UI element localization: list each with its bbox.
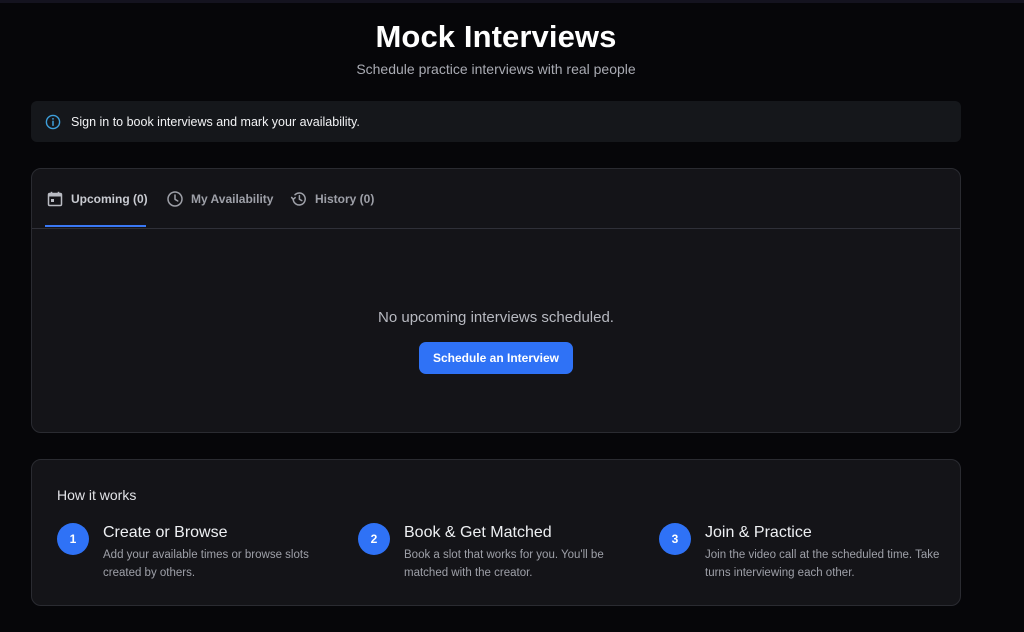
step-number-badge: 3: [659, 523, 691, 555]
tab-bar: Upcoming (0) My Availability History (0): [32, 169, 960, 229]
interviews-tabs-card: Upcoming (0) My Availability History (0): [31, 168, 961, 433]
empty-state-message: No upcoming interviews scheduled.: [378, 309, 614, 326]
top-border: [0, 0, 1024, 3]
tab-label: History (0): [315, 191, 375, 206]
step-description: Add your available times or browse slots…: [103, 549, 309, 579]
calendar-icon: [46, 190, 64, 208]
step-number-badge: 1: [57, 523, 89, 555]
tab-upcoming[interactable]: Upcoming (0): [46, 169, 148, 228]
step-number-badge: 2: [358, 523, 390, 555]
tab-label: My Availability: [191, 191, 274, 206]
step-title: Book & Get Matched: [404, 524, 552, 541]
tab-label: Upcoming (0): [71, 191, 148, 206]
page-header: Mock Interviews Schedule practice interv…: [0, 18, 992, 78]
page-title: Mock Interviews: [375, 19, 617, 54]
page-subtitle: Schedule practice interviews with real p…: [356, 61, 636, 77]
history-icon: [290, 190, 308, 208]
step-description: Book a slot that works for you. You'll b…: [404, 549, 604, 579]
step-title: Create or Browse: [103, 524, 228, 541]
alert-text: Sign in to book interviews and mark your…: [71, 114, 360, 129]
schedule-interview-button[interactable]: Schedule an Interview: [419, 342, 573, 374]
how-it-works-title: How it works: [57, 487, 137, 503]
how-it-works-card: How it works 1 Create or Browse Add your…: [31, 459, 961, 606]
tab-history[interactable]: History (0): [290, 169, 374, 228]
info-icon: [45, 114, 61, 130]
step-description: Join the video call at the scheduled tim…: [705, 549, 940, 579]
tab-my-availability[interactable]: My Availability: [166, 169, 273, 228]
step-title: Join & Practice: [705, 524, 812, 541]
sign-in-alert: Sign in to book interviews and mark your…: [31, 101, 961, 142]
active-tab-indicator: [45, 225, 146, 227]
clock-icon: [166, 190, 184, 208]
